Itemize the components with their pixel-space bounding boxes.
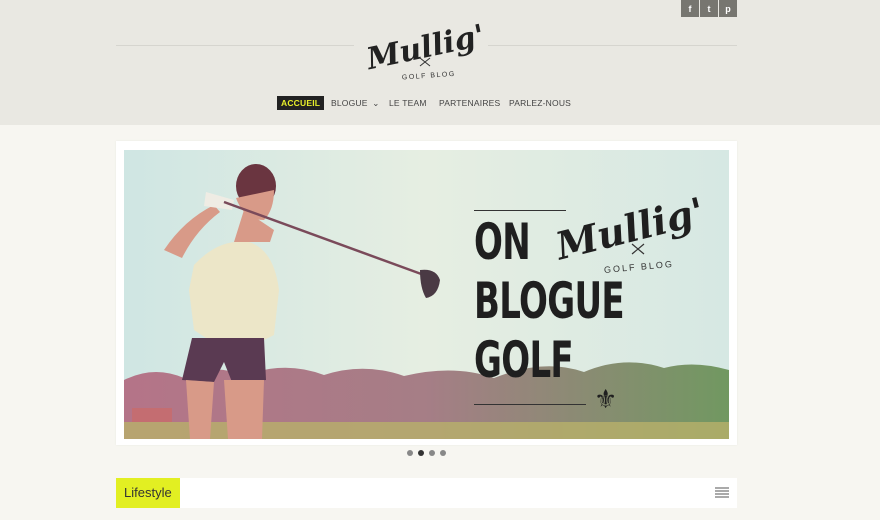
chevron-down-icon: ⌄	[372, 98, 380, 108]
hero-rule-bottom	[474, 404, 586, 405]
slider-dot[interactable]	[429, 450, 435, 456]
nav-item-blogue-label: BLOGUE	[331, 98, 368, 108]
list-view-icon[interactable]	[715, 487, 729, 499]
nav-item-le-team[interactable]: LE TEAM	[389, 96, 427, 110]
site-header: f t p Mullig'n GOLF BLOG ACCUEIL BLOGUE …	[0, 0, 880, 125]
hero-logo: Mullig'n GOLF BLOG	[549, 172, 729, 277]
logo-script: Mullig'n	[363, 14, 482, 78]
social-links: f t p	[681, 0, 737, 17]
site-logo[interactable]: Mullig'n GOLF BLOG	[362, 8, 509, 86]
header-divider-left	[116, 45, 354, 46]
header-divider-right	[488, 45, 737, 46]
hero-rule-top	[474, 210, 566, 211]
section-title[interactable]: Lifestyle	[116, 478, 180, 508]
hero-line-2: BLOGUE	[474, 272, 625, 330]
slider-dot-active[interactable]	[418, 450, 424, 456]
twitter-icon[interactable]: t	[700, 0, 718, 17]
hero-line-3: GOLF	[474, 331, 574, 389]
hero-slide[interactable]: ON BLOGUE GOLF ⚜ Mullig'n GOLF BLOG	[124, 150, 729, 439]
nav-item-blogue[interactable]: BLOGUE ⌄	[331, 96, 380, 110]
section-header-bar: Lifestyle	[116, 478, 737, 508]
pinterest-icon[interactable]: p	[719, 0, 737, 17]
slider-dot[interactable]	[407, 450, 413, 456]
slider-pagination	[407, 450, 446, 456]
fleur-de-lis-icon: ⚜	[594, 384, 618, 414]
nav-item-accueil[interactable]: ACCUEIL	[277, 96, 325, 110]
nav-item-partenaires[interactable]: PARTENAIRES	[439, 96, 500, 110]
slider-dot[interactable]	[440, 450, 446, 456]
facebook-icon[interactable]: f	[681, 0, 699, 17]
main-nav: ACCUEIL BLOGUE ⌄ LE TEAM PARTENAIRES PAR…	[0, 96, 880, 110]
logo-tagline: GOLF BLOG	[402, 71, 456, 82]
hero-logo-tagline: GOLF BLOG	[604, 259, 675, 275]
hero-logo-script: Mullig'n	[554, 182, 704, 269]
nav-item-parlez-nous[interactable]: PARLEZ-NOUS	[509, 96, 571, 110]
